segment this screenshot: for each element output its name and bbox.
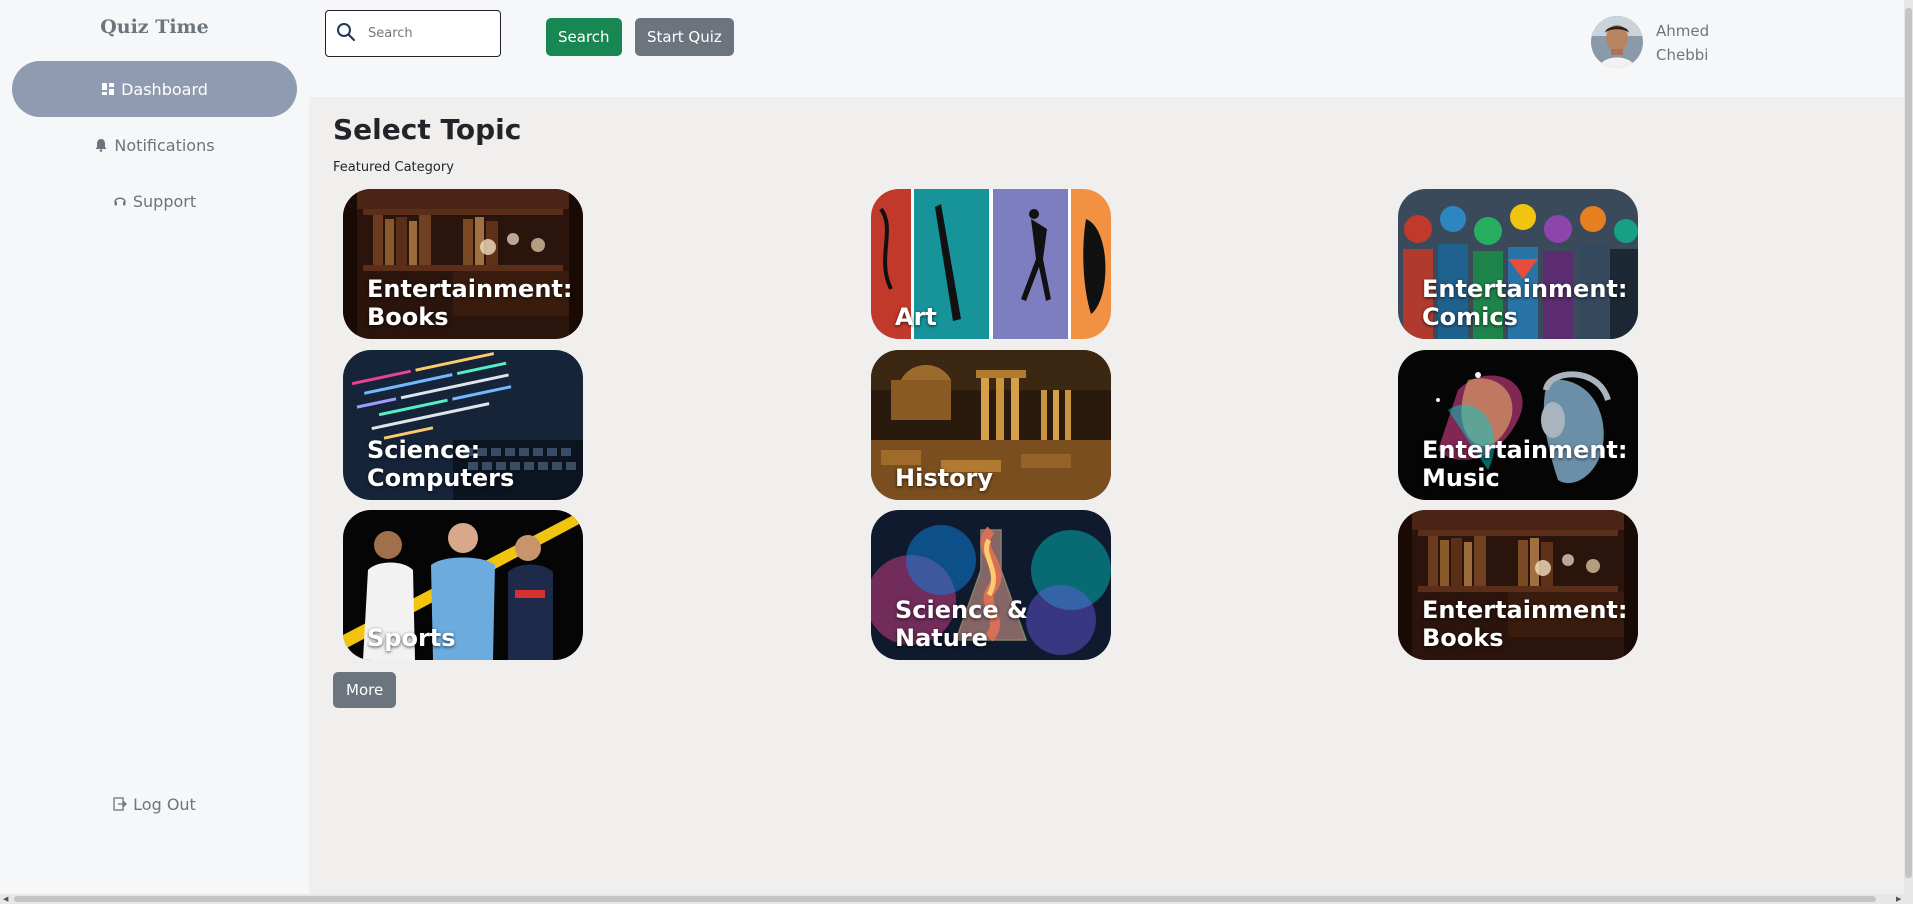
category-label: Science & Nature (895, 596, 1028, 652)
category-label: Entertainment: Books (367, 275, 573, 331)
category-card-sports[interactable]: Sports (343, 510, 583, 660)
section-subtitle: Featured Category (333, 160, 454, 175)
category-card-computers[interactable]: Science: Computers (343, 350, 583, 500)
logout-icon (113, 797, 128, 811)
category-label: Sports (367, 624, 456, 652)
top-header: Search Start Quiz Ahmed Chebbi (309, 0, 1904, 97)
brand-title: Quiz Time (100, 16, 209, 38)
sidebar-item-notifications[interactable]: Notifications (12, 117, 297, 173)
search-icon (336, 22, 356, 46)
category-label: Science: Computers (367, 436, 515, 492)
search-input[interactable] (366, 25, 490, 42)
sidebar-item-support[interactable]: Support (12, 173, 297, 229)
category-label: Art (895, 303, 937, 331)
user-first-name: Ahmed (1656, 22, 1710, 40)
category-label: Entertainment: Books (1422, 596, 1628, 652)
category-card-history[interactable]: History (871, 350, 1111, 500)
page-title: Select Topic (333, 113, 522, 146)
sidebar-item-label: Support (132, 191, 197, 211)
category-label: Entertainment: Music (1422, 436, 1628, 492)
category-card-music[interactable]: Entertainment: Music (1398, 350, 1638, 500)
scroll-left-icon[interactable]: ◀ (3, 895, 8, 903)
sidebar: Quiz Time Dashboard Notifications Suppor… (0, 0, 309, 894)
category-card-comics[interactable]: Entertainment: Comics (1398, 189, 1638, 339)
dashboard-icon (101, 82, 115, 96)
headset-icon (113, 194, 127, 208)
vertical-scrollbar[interactable] (1904, 0, 1913, 894)
sidebar-item-label: Notifications (114, 135, 215, 155)
category-card-art[interactable]: Art (871, 189, 1111, 339)
category-label: Entertainment: Comics (1422, 275, 1628, 331)
avatar[interactable] (1591, 16, 1643, 68)
search-button[interactable]: Search (546, 18, 622, 56)
user-name: Ahmed Chebbi (1656, 19, 1736, 67)
start-quiz-button[interactable]: Start Quiz (635, 18, 734, 56)
horizontal-scrollbar[interactable]: ◀ ▶ (0, 894, 1913, 904)
search-box (325, 10, 501, 57)
category-card-science-nature[interactable]: Science & Nature (871, 510, 1111, 660)
logout-button[interactable]: Log Out (12, 776, 297, 832)
bell-icon (94, 138, 108, 152)
logout-label: Log Out (133, 794, 196, 814)
more-button[interactable]: More (333, 672, 397, 708)
user-last-name: Chebbi (1656, 46, 1709, 64)
vertical-scroll-thumb[interactable] (1905, 8, 1912, 878)
sidebar-item-label: Dashboard (121, 79, 208, 99)
category-label: History (895, 464, 994, 492)
scroll-right-icon[interactable]: ▶ (1896, 895, 1901, 903)
category-card-books[interactable]: Entertainment: Books (343, 189, 583, 339)
sidebar-item-dashboard[interactable]: Dashboard (12, 61, 297, 117)
horizontal-scroll-thumb[interactable] (14, 896, 1876, 902)
category-card-books-2[interactable]: Entertainment: Books (1398, 510, 1638, 660)
